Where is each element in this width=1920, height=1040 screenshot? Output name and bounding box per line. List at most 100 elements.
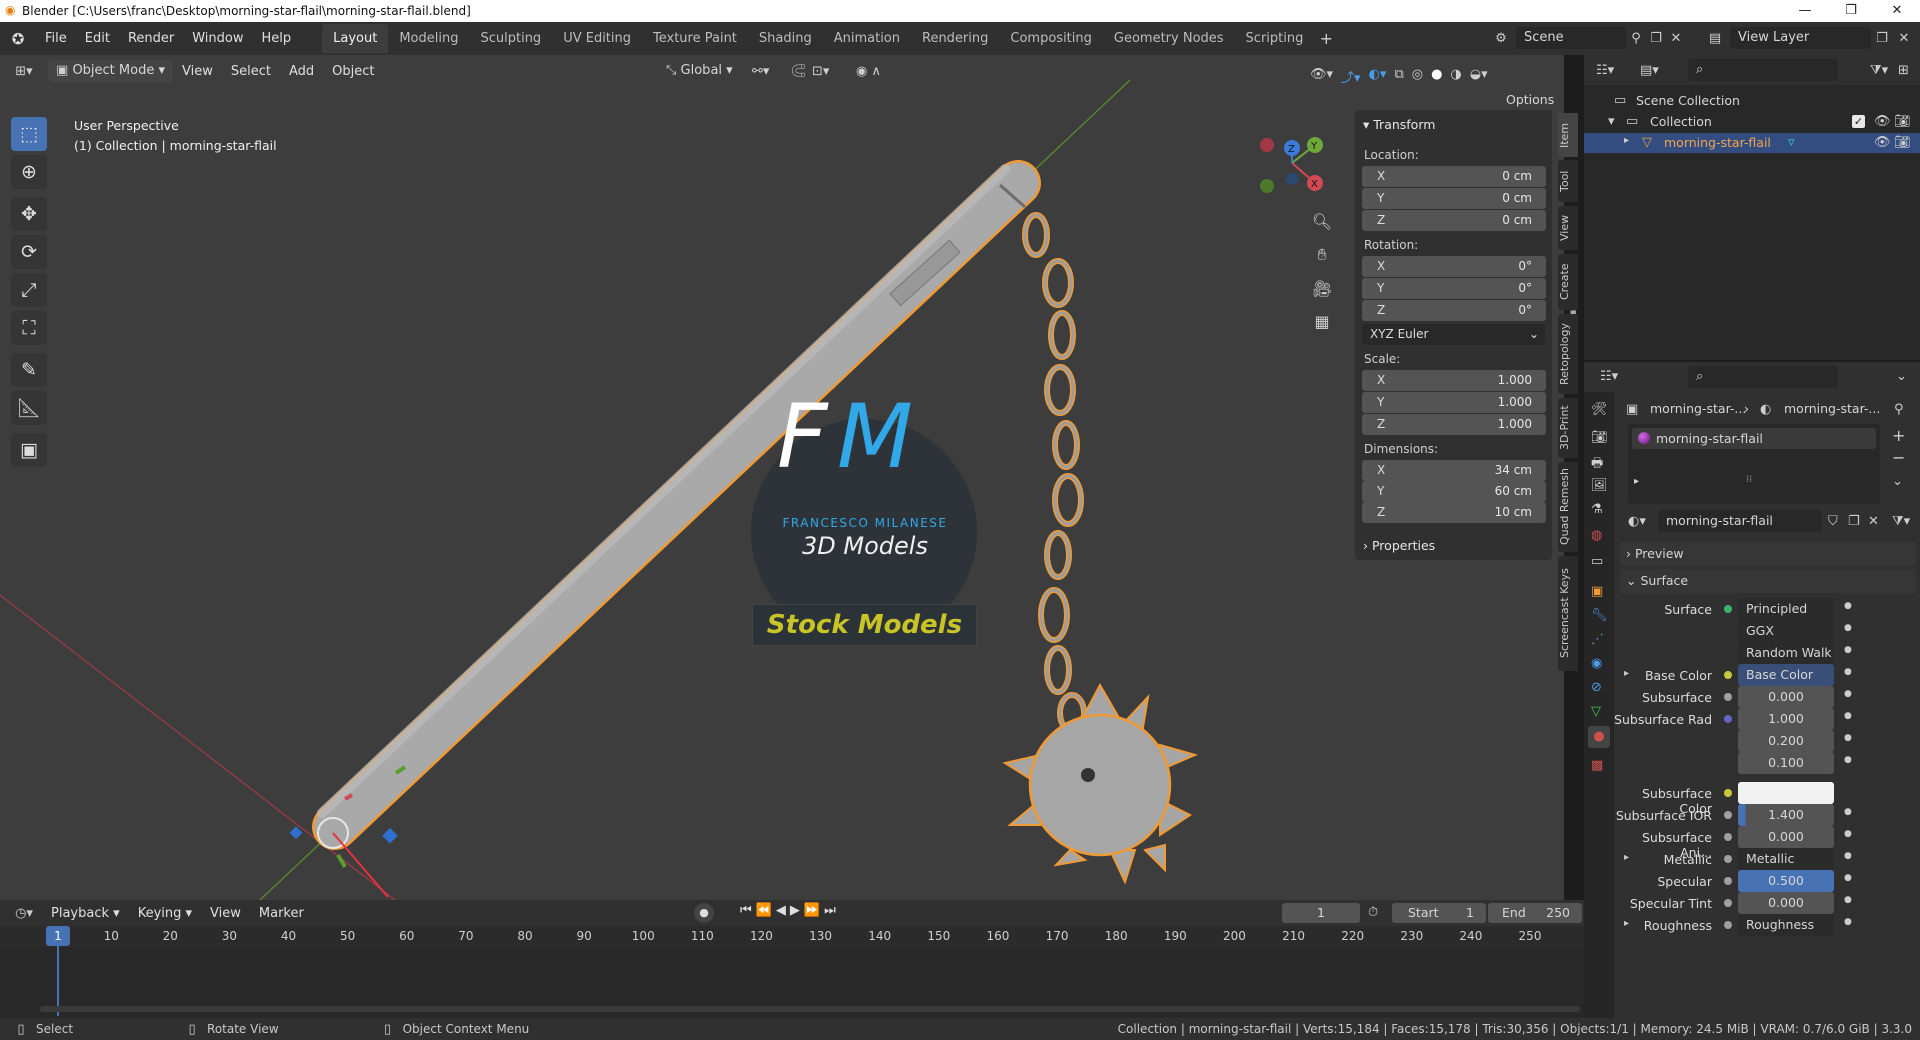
overlay-icon[interactable]: ◐▾ (1369, 67, 1387, 86)
tool-tab-icon[interactable]: 🛠︎ (1591, 402, 1608, 417)
cursor-tool[interactable]: ⊕ (11, 155, 47, 189)
material-browse-icon[interactable]: ◐▾ (1628, 514, 1646, 529)
snap-target-icon[interactable]: ⊡▾ (812, 64, 829, 79)
new-collection-icon[interactable]: ⊞ (1898, 63, 1909, 78)
material-property-row[interactable]: GGX ● (1614, 620, 1920, 642)
material-name-field[interactable]: morning-star-flail (1658, 510, 1822, 532)
property-value-field[interactable]: 1.000 (1738, 708, 1834, 730)
display-mode-icon[interactable]: ▤▾ (1640, 63, 1659, 78)
surface-section-header[interactable]: ⌄ Surface (1620, 569, 1916, 593)
remove-slot-icon[interactable]: − (1892, 448, 1905, 467)
expand-arrow-icon[interactable]: ▸ (1624, 918, 1629, 929)
vp-menu-add[interactable]: Add (280, 64, 323, 79)
menu-render[interactable]: Render (119, 31, 183, 46)
editor-type-icon[interactable]: ☷▾ (1600, 369, 1618, 384)
add-slot-icon[interactable]: + (1892, 426, 1905, 445)
vp-menu-select[interactable]: Select (222, 64, 280, 79)
socket-dot-icon[interactable] (1724, 715, 1732, 723)
outliner-row-scene-collection[interactable]: ▭ Scene Collection (1584, 91, 1920, 111)
chevron-down-icon[interactable]: ⌄ (1896, 369, 1907, 384)
sidebar-tab-3d-print[interactable]: 3D-Print (1558, 398, 1578, 458)
transform-tool[interactable]: ⛶ (11, 311, 47, 345)
maximize-button[interactable]: ❐ (1828, 0, 1874, 22)
tab-shading[interactable]: Shading (748, 24, 823, 53)
sidebar-tab-create[interactable]: Create (1558, 254, 1578, 310)
timeline-ruler[interactable]: 1102030405060708090100110120130140150160… (0, 926, 1584, 948)
data-tab-icon[interactable]: ▽ (1591, 704, 1601, 719)
transform-orientation-dropdown[interactable]: ⤡ Global ▾ (660, 60, 739, 82)
new-scene-icon[interactable]: ❐ (1646, 31, 1666, 46)
socket-dot-icon[interactable] (1724, 671, 1732, 679)
keyframe-dot-icon[interactable]: ● (1844, 917, 1852, 927)
material-property-row[interactable]: Subsurface IOR 1.400 ● (1614, 804, 1920, 826)
eye-icon[interactable]: 👁︎ (1874, 114, 1891, 129)
scale-z-field[interactable]: Z 1.000 (1362, 414, 1546, 435)
editor-type-icon[interactable]: ☷▾ (1596, 63, 1614, 78)
filter-icon[interactable]: ⧩▾ (1870, 63, 1888, 78)
modifier-tab-icon[interactable]: 🔧︎ (1591, 608, 1608, 623)
pin-icon[interactable]: ⚲ (1626, 31, 1646, 46)
property-value-field[interactable]: 1.400 (1738, 804, 1834, 826)
material-slot-item[interactable]: morning-star-flail (1632, 428, 1876, 449)
select-box-tool[interactable]: ⬚ (11, 117, 47, 151)
timeline-menu-marker[interactable]: Marker (250, 906, 313, 921)
menu-help[interactable]: Help (253, 31, 301, 46)
keyframe-dot-icon[interactable]: ● (1844, 829, 1852, 839)
dimension-z-field[interactable]: Z 10 cm (1362, 502, 1546, 523)
keyframe-dot-icon[interactable]: ● (1844, 667, 1852, 677)
output-tab-icon[interactable]: 🖶︎ (1591, 454, 1603, 476)
tab-uv-editing[interactable]: UV Editing (552, 24, 642, 53)
timeline-menu-keying[interactable]: Keying ▾ (129, 906, 201, 921)
outliner-row-object[interactable]: ▸ ▽ morning-star-flail ▿ 👁︎ 📷︎ (1584, 133, 1920, 153)
sidebar-tab-item[interactable]: Item (1558, 113, 1578, 157)
minimize-button[interactable]: — (1782, 0, 1828, 22)
menu-edit[interactable]: Edit (76, 31, 119, 46)
move-tool[interactable]: ✥ (11, 197, 47, 231)
keyframe-dot-icon[interactable]: ● (1844, 755, 1852, 765)
eye-icon[interactable]: 👁︎ (1874, 135, 1891, 150)
rotation-y-field[interactable]: Y 0° (1362, 278, 1546, 299)
particles-tab-icon[interactable]: ⋰ (1591, 632, 1604, 647)
world-tab-icon[interactable]: ◍ (1591, 528, 1602, 543)
vp-menu-view[interactable]: View (173, 64, 222, 79)
texture-tab-icon[interactable]: ▩ (1591, 758, 1603, 773)
expand-arrow-icon[interactable]: ▸ (1634, 476, 1639, 487)
material-property-row[interactable]: Roughness Roughness ● ▸ (1614, 914, 1920, 936)
expand-arrow-icon[interactable]: ▸ (1624, 852, 1629, 863)
property-value-field[interactable]: Base Color (1738, 664, 1834, 686)
rotation-mode-dropdown[interactable]: XYZ Euler ⌄ (1362, 324, 1545, 345)
property-value-field[interactable]: 0.000 (1738, 686, 1834, 708)
property-value-field[interactable]: Principled BSDF (1738, 598, 1834, 638)
material-property-row[interactable]: Subsurface 0.000 ● (1614, 686, 1920, 708)
duplicate-material-icon[interactable]: ❐ (1848, 514, 1860, 529)
scene-selector[interactable]: ⚙ Scene ⚲ ❐ ✕ (1486, 26, 1686, 50)
view-layer-name[interactable]: View Layer (1730, 27, 1871, 49)
preview-section-header[interactable]: › Preview (1620, 542, 1916, 566)
delete-view-layer-icon[interactable]: ✕ (1893, 31, 1915, 46)
sidebar-tab-view[interactable]: View (1558, 206, 1578, 250)
constraints-tab-icon[interactable]: ⊘ (1591, 680, 1602, 695)
end-frame-field[interactable]: End 250 (1488, 903, 1582, 923)
orthographic-grid-icon[interactable]: ▦ (1310, 312, 1334, 331)
tab-compositing[interactable]: Compositing (999, 24, 1103, 53)
options-dropdown[interactable]: Options (1506, 92, 1554, 107)
material-property-row[interactable]: Subsurface Rad 1.000 ● (1614, 708, 1920, 730)
tab-scripting[interactable]: Scripting (1235, 24, 1315, 53)
scene-tab-icon[interactable]: ⚗ (1591, 502, 1603, 517)
keyframe-dot-icon[interactable]: ● (1844, 895, 1852, 905)
keyframe-dot-icon[interactable]: ● (1844, 645, 1852, 655)
location-x-field[interactable]: X0 cm (1362, 166, 1546, 187)
proportional-edit-icon[interactable]: ◉ ∧ (856, 64, 881, 79)
expand-arrow-icon[interactable]: ▸ (1624, 135, 1629, 146)
xray-icon[interactable]: ⧉ (1394, 67, 1403, 86)
vp-menu-object[interactable]: Object (323, 64, 383, 79)
keyframe-dot-icon[interactable]: ● (1844, 873, 1852, 883)
pan-hand-icon[interactable]: ✋︎ (1310, 245, 1334, 265)
tab-modeling[interactable]: Modeling (388, 24, 469, 53)
delete-scene-icon[interactable]: ✕ (1666, 31, 1686, 46)
record-button[interactable]: ● (694, 903, 714, 923)
keyframe-dot-icon[interactable]: ● (1844, 711, 1852, 721)
physics-tab-icon[interactable]: ◉ (1591, 656, 1602, 671)
property-value-field[interactable]: 0.100 (1738, 752, 1834, 774)
keyframe-dot-icon[interactable]: ● (1844, 733, 1852, 743)
